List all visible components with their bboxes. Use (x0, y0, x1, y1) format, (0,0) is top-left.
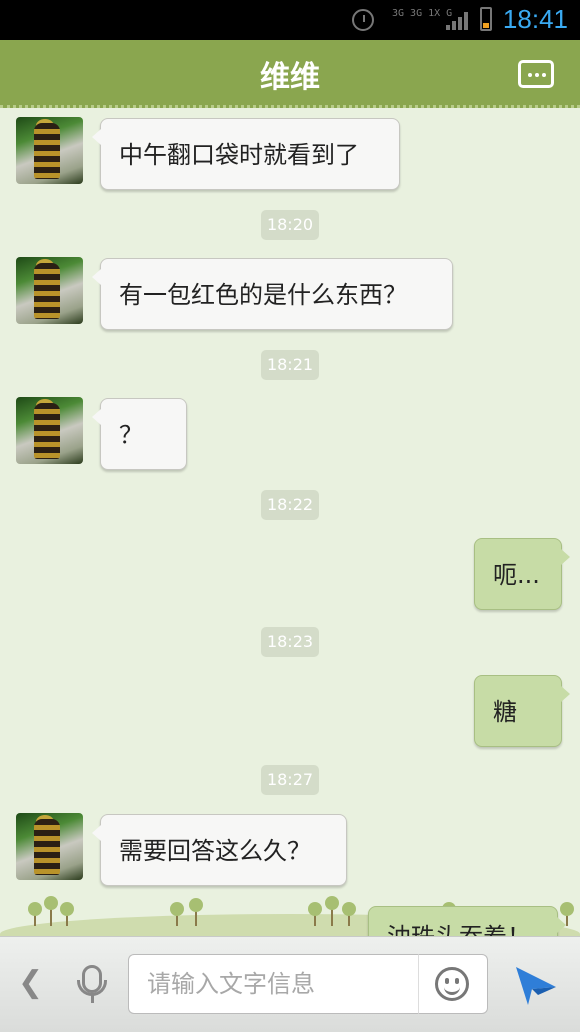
message-bubble-incoming[interactable]: 有一包红色的是什么东西？ (92, 258, 453, 330)
chat-header: 维维 (0, 40, 580, 108)
timestamp: 18:27 (261, 765, 319, 795)
message-bubble-outgoing[interactable]: 糖 (474, 675, 570, 747)
message-bubble-outgoing[interactable]: 呃... (474, 538, 570, 610)
chat-history[interactable]: 中午翻口袋时就看到了 18:20 有一包红色的是什么东西？ 18:21 ？ 18… (0, 108, 580, 936)
message-bubble-incoming[interactable]: 中午翻口袋时就看到了 (92, 118, 400, 190)
timestamp: 18:23 (261, 627, 319, 657)
page-title: 维维 (260, 60, 320, 95)
battery-icon (480, 7, 492, 31)
emoji-icon (435, 967, 469, 1001)
message-input[interactable] (128, 954, 418, 1014)
avatar[interactable] (16, 257, 83, 324)
microphone-icon[interactable] (77, 965, 107, 996)
avatar[interactable] (16, 813, 83, 880)
more-dots-icon[interactable] (518, 60, 554, 88)
avatar[interactable] (16, 397, 83, 464)
timestamp: 18:22 (261, 490, 319, 520)
send-icon[interactable] (512, 961, 560, 1009)
message-bubble-incoming[interactable]: ？ (92, 398, 187, 470)
status-bar: 3G 3G 1X G 18:41 (0, 0, 580, 40)
message-bubble-outgoing[interactable]: 油珠头吞着！ (368, 906, 566, 936)
avatar[interactable] (16, 117, 83, 184)
timestamp: 18:21 (261, 350, 319, 380)
timestamp: 18:20 (261, 210, 319, 240)
input-bar: ❮ (0, 936, 580, 1032)
status-time: 18:41 (502, 4, 568, 34)
signal-icon (446, 12, 468, 30)
alarm-icon (352, 9, 374, 31)
emoji-button[interactable] (418, 954, 488, 1014)
back-arrow-icon[interactable]: ❮ (18, 965, 43, 1000)
network-type-icon: 3G 3G 1X G (392, 8, 453, 19)
message-bubble-incoming[interactable]: 需要回答这么久？ (92, 814, 347, 886)
